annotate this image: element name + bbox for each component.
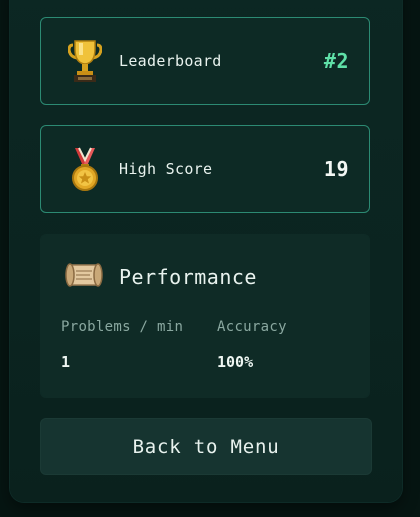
leaderboard-rank: #2 xyxy=(323,49,349,73)
high-score-card: High Score 19 xyxy=(40,125,370,213)
accuracy-value: 100% xyxy=(217,353,254,371)
high-score-label: High Score xyxy=(119,160,213,178)
accuracy-label: Accuracy xyxy=(217,319,287,335)
problems-per-min-value: 1 xyxy=(61,353,71,371)
back-to-menu-button[interactable]: Back to Menu xyxy=(40,418,372,475)
scroll-icon xyxy=(65,261,103,293)
problems-per-min-label: Problems / min xyxy=(61,319,184,335)
performance-header: Performance xyxy=(65,261,257,293)
leaderboard-label: Leaderboard xyxy=(119,52,222,70)
medal-icon xyxy=(65,147,105,191)
trophy-icon xyxy=(65,40,105,82)
performance-card: Performance Problems / min 1 Accuracy 10… xyxy=(40,234,370,398)
leaderboard-card: Leaderboard #2 xyxy=(40,17,370,105)
high-score-value: 19 xyxy=(323,157,349,181)
performance-title: Performance xyxy=(119,265,257,289)
